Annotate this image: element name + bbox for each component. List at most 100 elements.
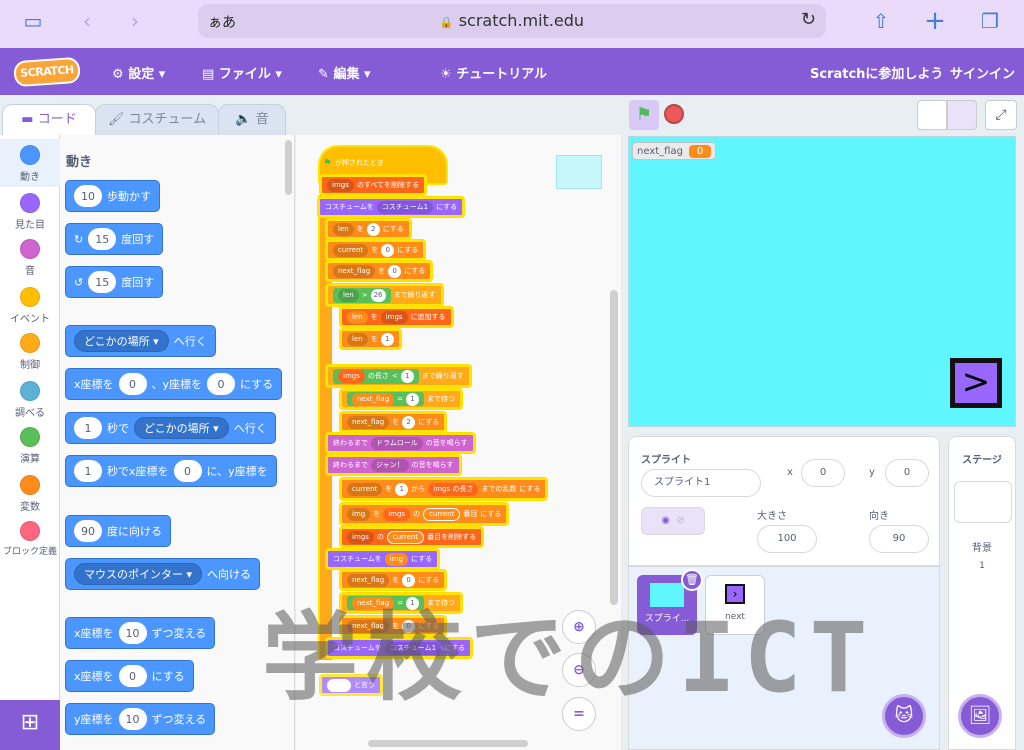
variable-reporter[interactable]: len: [338, 288, 359, 302]
tab-code[interactable]: ▬ コード: [2, 104, 96, 136]
add-extension-button[interactable]: ⊞: [0, 700, 60, 750]
category-operators[interactable]: 演算: [0, 427, 60, 465]
variable-dropdown[interactable]: next_flag: [347, 573, 390, 587]
hat-when-flag-clicked[interactable]: ⚑ が押されたとき: [318, 153, 389, 173]
category-events[interactable]: イベント: [0, 287, 60, 325]
list-dropdown[interactable]: imgs: [380, 310, 408, 324]
script-play-jan[interactable]: 終わるまで ジャン！ の音を鳴らす: [326, 455, 461, 475]
large-stage-button[interactable]: [947, 100, 977, 130]
list-dropdown[interactable]: imgs: [383, 507, 411, 521]
stage-sprite[interactable]: >: [950, 358, 1002, 408]
script-switch-costume[interactable]: コスチュームを コスチューム1 にする: [318, 197, 465, 217]
visibility-toggle[interactable]: ◉ ⊘: [641, 507, 705, 535]
script-delete-all[interactable]: imgs のすべてを削除する: [320, 175, 426, 195]
script-set-current-random[interactable]: current を 1 から imgs の長さ までの乱数 にする: [340, 478, 548, 500]
operator-gt[interactable]: len >26: [333, 287, 391, 303]
operator-eq[interactable]: next_flag = 1: [347, 392, 425, 406]
fullscreen-button[interactable]: ⤢: [985, 100, 1017, 130]
sprite-name-field[interactable]: スプライト1: [641, 469, 761, 497]
block-input[interactable]: 0: [381, 243, 395, 257]
block-goto-xy[interactable]: x座標を 0 、y座標を 0 にする: [65, 368, 283, 400]
list-dropdown[interactable]: imgs: [327, 178, 354, 192]
category-motion[interactable]: 動き: [0, 139, 60, 187]
category-looks[interactable]: 見た目: [0, 193, 60, 231]
list-length-reporter[interactable]: imgs の長さ: [428, 482, 479, 496]
y-field[interactable]: 0: [885, 459, 929, 487]
block-input[interactable]: 15: [88, 271, 117, 293]
block-dropdown[interactable]: どこかの場所 ▾: [74, 330, 169, 352]
script-set-next-flag-3[interactable]: next_flag を 0 にする: [340, 570, 447, 590]
reload-icon[interactable]: ↻: [801, 9, 816, 30]
block-move-steps[interactable]: 10 歩動かす: [65, 180, 160, 212]
block-input[interactable]: 0: [388, 264, 402, 278]
block-input[interactable]: 1: [380, 332, 394, 346]
choose-sprite-button[interactable]: 🐱: [882, 694, 926, 738]
block-input[interactable]: 26: [370, 288, 386, 302]
sound-dropdown[interactable]: ドラムロール: [371, 436, 423, 450]
block-dropdown[interactable]: マウスのポインター ▾: [74, 563, 203, 585]
variable-dropdown[interactable]: len: [333, 222, 354, 236]
script-set-next-flag-2[interactable]: next_flag を 2 にする: [340, 412, 447, 432]
tab-sound[interactable]: 🔈 音: [218, 104, 286, 136]
block-input[interactable]: 1: [400, 369, 414, 383]
list-dropdown[interactable]: imgs: [347, 530, 374, 544]
category-sound[interactable]: 音: [0, 239, 60, 277]
variable-dropdown[interactable]: img: [347, 507, 371, 521]
x-field[interactable]: 0: [801, 459, 845, 487]
signin-link[interactable]: サインイン: [950, 63, 1015, 82]
block-goto[interactable]: どこかの場所 ▾ へ行く: [65, 325, 216, 357]
block-input[interactable]: 0: [173, 460, 202, 482]
block-input[interactable]: 0: [207, 373, 236, 395]
variable-reporter[interactable]: current: [423, 507, 461, 521]
stage-thumbnail[interactable]: [954, 481, 1012, 523]
block-point-direction[interactable]: 90 度に向ける: [65, 515, 171, 547]
variable-reporter[interactable]: img: [384, 552, 409, 566]
variable-dropdown[interactable]: current: [333, 243, 369, 257]
block-input[interactable]: 2: [366, 222, 380, 236]
variable-dropdown[interactable]: next_flag: [333, 264, 376, 278]
block-input[interactable]: 1: [74, 417, 102, 439]
block-input[interactable]: 1: [74, 460, 102, 482]
script-change-len[interactable]: len を 1: [340, 329, 401, 349]
variable-dropdown[interactable]: current: [347, 482, 383, 496]
block-point-towards[interactable]: マウスのポインター ▾ へ向ける: [65, 558, 261, 590]
sound-dropdown[interactable]: ジャン！: [371, 458, 409, 472]
block-input[interactable]: 0: [402, 573, 416, 587]
block-change-y[interactable]: y座標を 10 ずつ変える: [65, 703, 216, 735]
variable-dropdown[interactable]: len: [347, 332, 368, 346]
block-input[interactable]: 10: [118, 622, 147, 644]
block-turn-left[interactable]: ↺ 15 度回す: [65, 266, 164, 298]
stop-button[interactable]: [664, 104, 684, 124]
block-input[interactable]: 10: [118, 708, 147, 730]
back-icon[interactable]: ‹: [72, 6, 102, 36]
address-bar[interactable]: ぁあ 🔒 scratch.mit.edu ↻: [198, 4, 826, 38]
block-glide-xy[interactable]: 1 秒でx座標を 0 に、y座標を: [65, 455, 277, 487]
block-input[interactable]: 15: [88, 228, 117, 250]
script-set-next-flag[interactable]: next_flag を 0 にする: [326, 261, 433, 281]
block-turn-right[interactable]: ↻ 15 度回す: [65, 223, 164, 255]
costume-dropdown[interactable]: コスチューム1: [376, 200, 434, 214]
block-input[interactable]: 2: [402, 415, 416, 429]
script-horizontal-scrollbar[interactable]: [368, 740, 528, 747]
block-input[interactable]: 0: [118, 373, 147, 395]
script-set-len[interactable]: len を 2 にする: [326, 219, 411, 239]
script-set-img[interactable]: img を imgs の current 番目 にする: [340, 503, 509, 525]
size-field[interactable]: 100: [757, 525, 817, 553]
variable-reporter[interactable]: next_flag: [352, 392, 395, 406]
choose-backdrop-button[interactable]: 🖼: [958, 694, 1002, 738]
variable-reporter[interactable]: len: [347, 310, 368, 324]
script-add-to-list[interactable]: len を imgs に追加する: [340, 307, 453, 327]
block-change-x[interactable]: x座標を 10 ずつ変える: [65, 617, 216, 649]
block-dropdown[interactable]: どこかの場所 ▾: [134, 417, 229, 439]
block-set-x[interactable]: x座標を 0 にする: [65, 660, 194, 692]
category-sensing[interactable]: 調べる: [0, 381, 60, 419]
block-input[interactable]: 0: [118, 665, 147, 687]
tabs-icon[interactable]: ❐: [975, 6, 1005, 36]
script-repeat-until-imgs[interactable]: imgs の長さ <1 まで繰り返す: [326, 365, 471, 387]
join-scratch-link[interactable]: Scratchに参加しよう: [810, 63, 943, 82]
category-control[interactable]: 制御: [0, 333, 60, 371]
block-glide-to[interactable]: 1 秒で どこかの場所 ▾ へ行く: [65, 412, 276, 444]
list-length-reporter[interactable]: imgs: [338, 369, 365, 383]
share-icon[interactable]: ⇧: [866, 6, 896, 36]
palette-scrollbar[interactable]: [285, 140, 292, 195]
